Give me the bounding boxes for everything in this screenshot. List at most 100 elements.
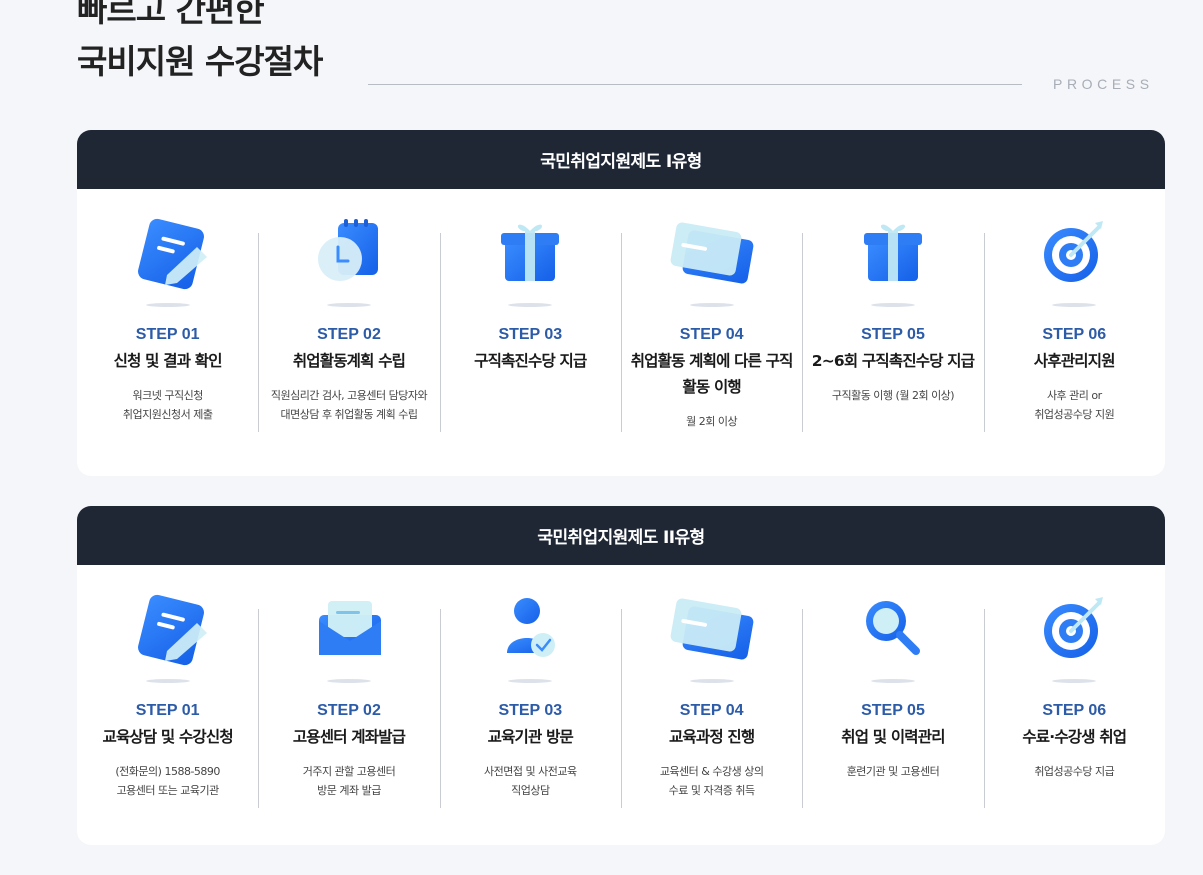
process-step: STEP 02 고용센터 계좌발급거주지 관할 고용센터방문 계좌 발급 xyxy=(258,593,439,808)
step-title: 교육기관 방문 xyxy=(487,728,574,746)
step-number: STEP 06 xyxy=(1042,702,1107,719)
step-description-line: 교육센터 & 수강생 상의 xyxy=(659,765,764,778)
step-description-line: 직원심리간 검사, 고용센터 담당자와 xyxy=(270,389,428,402)
step-title: 사후관리지원 xyxy=(1033,352,1116,370)
icon-shadow xyxy=(1052,679,1097,683)
icon-shadow xyxy=(1052,303,1097,307)
icon-shadow xyxy=(326,679,371,683)
magnifier-icon xyxy=(802,593,983,673)
user-check-icon xyxy=(440,593,621,673)
step-description-line: (전화문의) 1588-5890 xyxy=(115,765,220,778)
process-card-type2: 국민취업지원제도 II유형 STEP 01 교육상담 및 수강신청 (전화문의) 1… xyxy=(77,506,1165,845)
hero-title-line1: 빠르고 간편한 xyxy=(77,0,265,29)
calendar-clock-icon xyxy=(258,217,439,297)
icon-shadow xyxy=(508,679,553,683)
step-description-line: 월 2회 이상 xyxy=(686,415,738,428)
icon-shadow xyxy=(870,679,915,683)
hero-title: 빠르고 간편한 국비지원 수강절차 xyxy=(77,0,323,84)
step-number: STEP 05 xyxy=(861,326,925,343)
step-list: STEP 01 교육상담 및 수강신청 (전화문의) 1588-5890 고용센터 또… xyxy=(77,565,1165,808)
credit-cards-icon xyxy=(621,593,802,673)
step-number: STEP 01 xyxy=(135,702,200,719)
process-card-type1: 국민취업지원제도 I유형 STEP 01 신청 및 결과 확인 워크넷 구직신청 취업… xyxy=(77,130,1165,476)
card-header: 국민취업지원제도 II유형 xyxy=(77,506,1165,565)
icon-shadow xyxy=(689,303,734,307)
step-description-line: 사후 관리 or xyxy=(1046,389,1102,402)
process-step: STEP 04 취업활동 계획에 다른 구직활동 이행월 2회 이상 xyxy=(620,217,802,432)
step-number: STEP 03 xyxy=(498,326,563,343)
note-pen-icon xyxy=(77,593,258,673)
step-title: 취업활동 계획에 다른 구직활동 이행 xyxy=(630,352,794,396)
step-description-line: 직업상담 xyxy=(511,784,550,797)
step-description: 월 2회 이상 xyxy=(621,412,802,431)
gift-box-icon xyxy=(440,217,621,297)
icon-shadow xyxy=(508,303,553,307)
process-step: STEP 03 구직촉진수당 지급 xyxy=(439,217,621,432)
step-description-line: 취업성공수당 지급 xyxy=(1034,765,1115,778)
process-step: STEP 06 사후관리지원사후 관리 or 취업성공수당 지원 xyxy=(983,217,1165,432)
step-description-line: 구직활동 이행 (월 2회 이상) xyxy=(831,389,955,402)
process-step: STEP 06 수료·수강생 취업취업성공수당 지급 xyxy=(983,593,1165,808)
divider-line xyxy=(368,84,1022,85)
step-description: 취업성공수당 지급 xyxy=(984,762,1165,781)
process-step: STEP 04 교육과정 진행교육센터 & 수강생 상의수료 및 자격증 취득 xyxy=(620,593,802,808)
step-description-line: 거주지 관할 고용센터 xyxy=(302,765,396,778)
process-step: STEP 01 신청 및 결과 확인워크넷 구직신청취업지원신청서 제출 xyxy=(77,217,258,431)
credit-cards-icon xyxy=(621,217,802,297)
step-description: 사후 관리 or 취업성공수당 지원 xyxy=(984,386,1165,424)
mail-envelope-icon xyxy=(258,593,439,673)
process-label: PROCESS xyxy=(1053,76,1154,92)
step-title: 취업활동계획 수립 xyxy=(292,352,406,370)
process-step: STEP 05 취업 및 이력관리훈련기관 및 고용센터 xyxy=(802,593,983,808)
step-description: 교육센터 & 수강생 상의수료 및 자격증 취득 xyxy=(621,762,802,800)
step-number: STEP 06 xyxy=(1042,326,1107,343)
icon-shadow xyxy=(145,303,190,307)
step-description: 훈련기관 및 고용센터 xyxy=(802,762,983,781)
step-list: STEP 01 신청 및 결과 확인워크넷 구직신청취업지원신청서 제출 STEP… xyxy=(77,189,1165,432)
card-header: 국민취업지원제도 I유형 xyxy=(77,130,1165,189)
step-number: STEP 01 xyxy=(135,326,200,343)
step-title: 구직촉진수당 지급 xyxy=(474,352,587,370)
step-number: STEP 05 xyxy=(861,702,925,719)
step-description-line: 취업지원신청서 제출 xyxy=(122,408,213,421)
hero-title-line2: 국비지원 수강절차 xyxy=(77,42,323,81)
process-step: STEP 05 2~6회 구직촉진수당 지급구직활동 이행 (월 2회 이상) xyxy=(802,217,983,432)
step-description: 직원심리간 검사, 고용센터 담당자와대면상담 후 취업활동 계획 수립 xyxy=(258,386,439,424)
step-title: 고용센터 계좌발급 xyxy=(292,728,406,746)
step-description-line: 수료 및 자격증 취득 xyxy=(668,784,755,797)
note-pen-icon xyxy=(77,217,258,297)
step-title: 2~6회 구직촉진수당 지급 xyxy=(811,352,975,370)
step-description-line: 사전면접 및 사전교육 xyxy=(484,765,577,778)
step-description: 사전면접 및 사전교육직업상담 xyxy=(440,762,621,800)
icon-shadow xyxy=(145,679,190,683)
step-description: (전화문의) 1588-5890 고용센터 또는 교육기관 xyxy=(77,762,258,800)
step-title: 교육과정 진행 xyxy=(668,728,755,746)
target-icon xyxy=(984,217,1165,297)
step-number: STEP 04 xyxy=(679,326,744,343)
step-description-line: 취업성공수당 지원 xyxy=(1034,408,1115,421)
step-description-line: 방문 계좌 발급 xyxy=(317,784,381,797)
process-step: STEP 01 교육상담 및 수강신청 (전화문의) 1588-5890 고용센터 또… xyxy=(77,593,258,800)
step-description: 워크넷 구직신청취업지원신청서 제출 xyxy=(77,386,258,424)
step-number: STEP 02 xyxy=(317,702,381,719)
icon-shadow xyxy=(689,679,734,683)
icon-shadow xyxy=(326,303,371,307)
step-description: 거주지 관할 고용센터방문 계좌 발급 xyxy=(258,762,439,800)
gift-box-icon xyxy=(802,217,983,297)
step-title: 신청 및 결과 확인 xyxy=(113,352,223,370)
step-title: 교육상담 및 수강신청 xyxy=(102,728,233,746)
step-description-line: 훈련기관 및 고용센터 xyxy=(846,765,940,778)
step-description: 구직활동 이행 (월 2회 이상) xyxy=(802,386,983,405)
step-number: STEP 03 xyxy=(498,702,563,719)
step-description-line: 대면상담 후 취업활동 계획 수립 xyxy=(280,408,418,421)
step-description-line: 워크넷 구직신청 xyxy=(132,389,203,402)
process-step: STEP 02 취업활동계획 수립직원심리간 검사, 고용센터 담당자와대면상담 … xyxy=(258,217,439,432)
target-icon xyxy=(984,593,1165,673)
step-title: 취업 및 이력관리 xyxy=(841,728,945,746)
icon-shadow xyxy=(870,303,915,307)
step-number: STEP 02 xyxy=(317,326,381,343)
step-description-line: 고용센터 또는 교육기관 xyxy=(116,784,220,797)
step-number: STEP 04 xyxy=(679,702,744,719)
process-step: STEP 03 교육기관 방문사전면접 및 사전교육직업상담 xyxy=(439,593,621,808)
step-title: 수료·수강생 취업 xyxy=(1022,728,1127,746)
